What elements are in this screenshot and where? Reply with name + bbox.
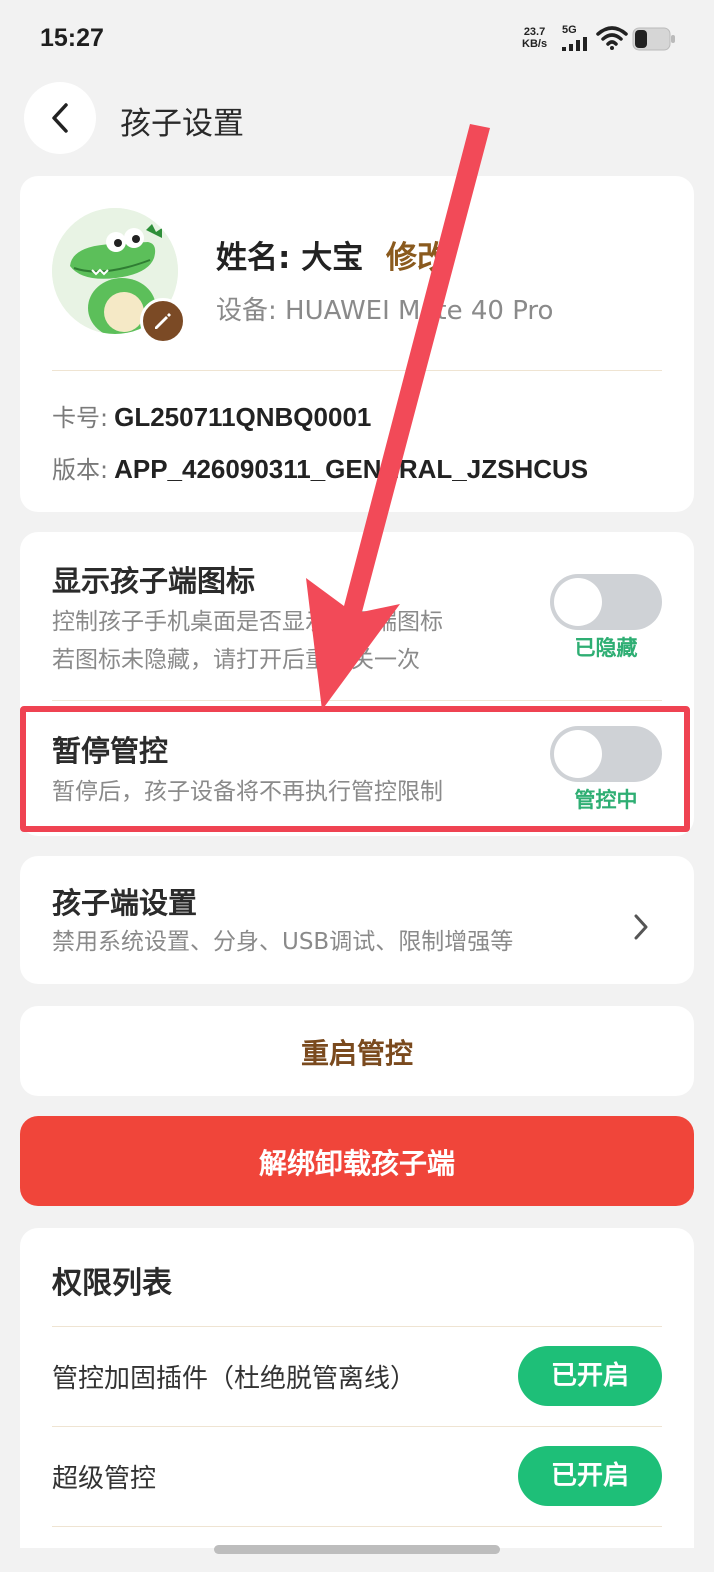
restart-control-button[interactable]: 重启管控 [20,1006,694,1096]
pencil-icon [155,313,171,329]
permission-status-button[interactable]: 已开启 [518,1346,662,1406]
settings-divider [52,700,662,701]
card-number-value: GL250711QNBQ0001 [114,402,372,432]
net-speed-value: 23.7 [523,26,546,38]
back-button[interactable] [24,82,96,154]
net-speed-unit: KB/s [522,38,548,50]
show-icon-status: 已隐藏 [574,636,638,660]
permissions-card: 权限列表 管控加固插件（杜绝脱管离线） 已开启 超级管控 已开启 [20,1228,694,1548]
profile-card: 姓名: 大宝 修改 设备: HUAWEI Mate 40 Pro 卡号: GL25… [20,176,694,512]
card-number-row: 卡号: GL250711QNBQ0001 [52,398,371,433]
version-value: APP_426090311_GENERAL_JZSHCUS [114,454,589,484]
child-name: 姓名: 大宝 [216,240,364,276]
signal-icon [562,37,587,51]
child-settings-title: 孩子端设置 [52,886,198,920]
net-speed: 23.7 KB/s [522,26,547,50]
permissions-title: 权限列表 [52,1266,172,1301]
status-time: 15:27 [40,24,104,52]
restart-control-label: 重启管控 [300,1037,413,1070]
permissions-divider [52,1526,662,1527]
chevron-right-icon [634,914,648,940]
network-type: 5G [562,24,577,36]
home-indicator[interactable] [214,1545,500,1554]
battery-icon [632,27,675,51]
highlight-box [20,706,690,832]
unbind-uninstall-button[interactable]: 解绑卸载孩子端 [20,1116,694,1206]
modify-name-link[interactable]: 修改 [386,232,448,277]
child-settings-row[interactable]: 孩子端设置 禁用系统设置、分身、USB调试、限制增强等 [20,856,694,984]
child-settings-desc: 禁用系统设置、分身、USB调试、限制增强等 [52,929,514,955]
version-label: 版本: [52,456,109,484]
show-icon-desc-line2: 若图标未隐藏，请打开后重新关一次 [52,647,420,673]
permission-row: 超级管控 已开启 [20,1426,694,1526]
toggle-knob [554,578,602,626]
card-number-label: 卡号: [52,404,109,432]
profile-divider [52,370,662,371]
device-info: 设备: HUAWEI Mate 40 Pro [216,296,554,326]
child-settings-page: 15:27 23.7 KB/s 5G 孩子设置 姓名: 大宝 修改 设备: HU… [0,0,714,1572]
show-icon-title: 显示孩子端图标 [52,564,256,598]
show-icon-desc-line1: 控制孩子手机桌面是否显示孩子端图标 [52,609,443,635]
permission-label: 管控加固插件（杜绝脱管离线） [52,1364,417,1394]
unbind-uninstall-label: 解绑卸载孩子端 [258,1147,455,1180]
page-title: 孩子设置 [120,106,244,142]
permission-label: 超级管控 [52,1464,157,1494]
permission-row: 管控加固插件（杜绝脱管离线） 已开启 [20,1326,694,1426]
wifi-icon [596,26,628,50]
edit-avatar-button[interactable] [140,298,186,344]
version-row: 版本: APP_426090311_GENERAL_JZSHCUS [52,450,588,485]
status-bar: 15:27 23.7 KB/s 5G [0,0,714,72]
chevron-left-icon [52,103,68,133]
show-icon-toggle[interactable] [550,574,662,630]
permission-status-button[interactable]: 已开启 [518,1446,662,1506]
